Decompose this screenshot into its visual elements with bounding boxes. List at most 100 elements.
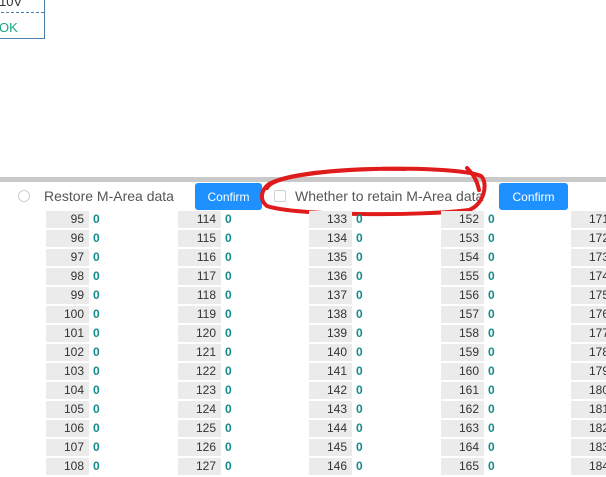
register-value: 0 xyxy=(356,345,363,359)
register-row: 173 xyxy=(571,249,606,266)
register-row: 153 0 xyxy=(441,230,531,247)
register-address: 141 xyxy=(309,363,352,380)
register-address: 158 xyxy=(441,325,484,342)
register-address: 140 xyxy=(309,344,352,361)
register-address: 124 xyxy=(178,401,221,418)
register-address: 95 xyxy=(46,211,89,228)
register-address: 159 xyxy=(441,344,484,361)
register-value: 0 xyxy=(93,231,100,245)
register-value: 0 xyxy=(93,383,100,397)
register-row: 105 0 xyxy=(46,401,136,418)
register-row: 104 0 xyxy=(46,382,136,399)
register-row: 106 0 xyxy=(46,420,136,437)
register-row: 119 0 xyxy=(178,306,268,323)
register-address: 126 xyxy=(178,439,221,456)
register-value: 0 xyxy=(225,440,232,454)
register-address: 116 xyxy=(178,249,221,266)
register-address: 122 xyxy=(178,363,221,380)
register-address: 142 xyxy=(309,382,352,399)
section-separator xyxy=(0,177,606,182)
register-address: 146 xyxy=(309,458,352,475)
register-row: 145 0 xyxy=(309,439,399,456)
register-address: 144 xyxy=(309,420,352,437)
register-row: 160 0 xyxy=(441,363,531,380)
register-address: 179 xyxy=(571,363,606,380)
register-row: 165 0 xyxy=(441,458,531,475)
register-row: 117 0 xyxy=(178,268,268,285)
register-row: 143 0 xyxy=(309,401,399,418)
register-address: 97 xyxy=(46,249,89,266)
register-address: 125 xyxy=(178,420,221,437)
register-row: 184 xyxy=(571,458,606,475)
register-row: 156 0 xyxy=(441,287,531,304)
register-row: 138 0 xyxy=(309,306,399,323)
status-box: 10V OK xyxy=(0,0,45,39)
register-value: 0 xyxy=(225,307,232,321)
retain-checkbox[interactable] xyxy=(274,190,286,202)
register-row: 137 0 xyxy=(309,287,399,304)
register-value: 0 xyxy=(356,288,363,302)
register-value: 0 xyxy=(225,212,232,226)
register-address: 165 xyxy=(441,458,484,475)
register-address: 174 xyxy=(571,268,606,285)
register-value: 0 xyxy=(225,383,232,397)
register-address: 136 xyxy=(309,268,352,285)
register-address: 160 xyxy=(441,363,484,380)
register-value: 0 xyxy=(225,459,232,473)
register-row: 159 0 xyxy=(441,344,531,361)
register-row: 100 0 xyxy=(46,306,136,323)
register-row: 98 0 xyxy=(46,268,136,285)
register-address: 157 xyxy=(441,306,484,323)
register-value: 0 xyxy=(488,402,495,416)
register-address: 137 xyxy=(309,287,352,304)
register-value: 0 xyxy=(488,440,495,454)
m-area-panel: 10V OK Restore M-Area data Confirm Wheth… xyxy=(0,0,606,477)
register-address: 105 xyxy=(46,401,89,418)
register-address: 155 xyxy=(441,268,484,285)
register-address: 108 xyxy=(46,458,89,475)
restore-confirm-button[interactable]: Confirm xyxy=(195,183,262,210)
register-address: 118 xyxy=(178,287,221,304)
register-row: 134 0 xyxy=(309,230,399,247)
register-row: 120 0 xyxy=(178,325,268,342)
restore-radio[interactable] xyxy=(18,190,30,202)
register-value: 0 xyxy=(93,288,100,302)
register-value: 0 xyxy=(488,326,495,340)
register-address: 106 xyxy=(46,420,89,437)
register-value: 0 xyxy=(488,307,495,321)
register-address: 156 xyxy=(441,287,484,304)
register-address: 143 xyxy=(309,401,352,418)
register-row: 114 0 xyxy=(178,211,268,228)
retain-label: Whether to retain M-Area data xyxy=(295,188,484,204)
register-row: 122 0 xyxy=(178,363,268,380)
register-value: 0 xyxy=(225,364,232,378)
register-address: 172 xyxy=(571,230,606,247)
register-address: 104 xyxy=(46,382,89,399)
retain-confirm-button[interactable]: Confirm xyxy=(499,183,568,210)
register-address: 96 xyxy=(46,230,89,247)
register-address: 120 xyxy=(178,325,221,342)
register-value: 0 xyxy=(93,440,100,454)
register-value: 0 xyxy=(225,231,232,245)
register-value: 0 xyxy=(356,402,363,416)
register-value: 0 xyxy=(225,402,232,416)
register-row: 135 0 xyxy=(309,249,399,266)
register-row: 102 0 xyxy=(46,344,136,361)
register-address: 102 xyxy=(46,344,89,361)
register-value: 0 xyxy=(93,307,100,321)
register-address: 139 xyxy=(309,325,352,342)
register-row: 140 0 xyxy=(309,344,399,361)
register-address: 127 xyxy=(178,458,221,475)
register-row: 146 0 xyxy=(309,458,399,475)
register-address: 134 xyxy=(309,230,352,247)
register-address: 121 xyxy=(178,344,221,361)
register-row: 103 0 xyxy=(46,363,136,380)
register-address: 152 xyxy=(441,211,484,228)
register-value: 0 xyxy=(356,440,363,454)
register-address: 154 xyxy=(441,249,484,266)
register-address: 117 xyxy=(178,268,221,285)
register-address: 163 xyxy=(441,420,484,437)
register-value: 0 xyxy=(488,212,495,226)
register-row: 154 0 xyxy=(441,249,531,266)
register-row: 152 0 xyxy=(441,211,531,228)
